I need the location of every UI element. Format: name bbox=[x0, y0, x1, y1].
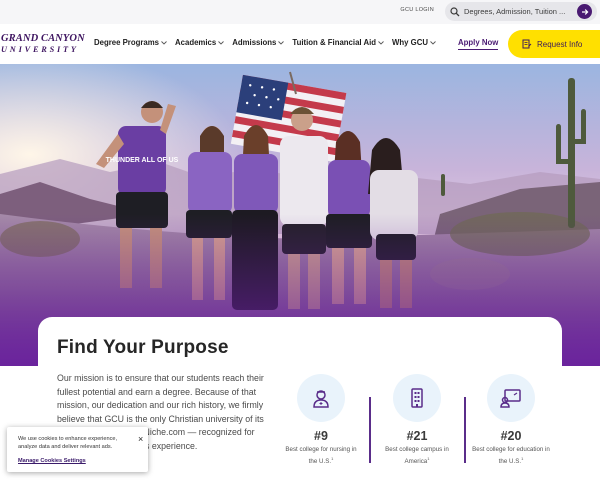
stat-number: #9 bbox=[314, 429, 328, 443]
nurse-icon bbox=[313, 390, 329, 408]
stat-number: #20 bbox=[500, 429, 522, 443]
site-search[interactable] bbox=[445, 2, 597, 21]
stat-icon-circle bbox=[487, 374, 535, 422]
building-icon bbox=[411, 388, 423, 408]
cookie-banner: We use cookies to enhance experience, an… bbox=[7, 427, 148, 472]
request-info-label: Request Info bbox=[537, 39, 583, 49]
menu-admissions[interactable]: Admissions bbox=[232, 38, 285, 47]
apply-now-link[interactable]: Apply Now bbox=[458, 38, 499, 50]
hero-shirt-text: THUNDER ALL OF US bbox=[106, 157, 179, 164]
logo-line-2: UNIVERSITY bbox=[1, 44, 79, 54]
menu-why-gcu[interactable]: Why GCU bbox=[392, 38, 436, 47]
menu-academics[interactable]: Academics bbox=[175, 38, 225, 47]
search-icon bbox=[450, 6, 460, 16]
menu-label: Why GCU bbox=[392, 38, 428, 47]
stat-education: #20 Best college for education in the U.… bbox=[472, 374, 550, 466]
main-navigation: GRAND CANYON UNIVERSITY Degree Programs … bbox=[0, 24, 600, 64]
close-icon[interactable]: × bbox=[138, 435, 143, 444]
stat-campus: #21 Best college campus in America1 bbox=[378, 374, 456, 466]
logo-line-1: GRAND CANYON bbox=[1, 33, 85, 44]
teacher-icon bbox=[500, 389, 521, 408]
form-icon bbox=[522, 39, 532, 49]
arrow-right-icon bbox=[581, 8, 588, 15]
footnote-mark: 1 bbox=[427, 455, 430, 461]
menu-label: Tuition & Financial Aid bbox=[292, 38, 377, 47]
stat-divider bbox=[464, 397, 466, 463]
menu-label: Degree Programs bbox=[94, 38, 160, 47]
cookie-message: We use cookies to enhance experience, an… bbox=[18, 436, 118, 450]
stat-description-text: Best college campus in America bbox=[385, 446, 449, 465]
stat-icon-circle bbox=[393, 374, 441, 422]
stat-description-text: Best college for education in the U.S. bbox=[472, 446, 550, 465]
footnote-mark: 1 bbox=[521, 455, 524, 461]
chevron-down-icon bbox=[218, 40, 225, 45]
stat-description: Best college campus in America1 bbox=[378, 446, 456, 466]
stat-description: Best college for education in the U.S.1 bbox=[472, 446, 550, 466]
menu-degree-programs[interactable]: Degree Programs bbox=[94, 38, 167, 47]
chevron-down-icon bbox=[378, 40, 384, 45]
gcu-logo[interactable]: GRAND CANYON UNIVERSITY bbox=[1, 33, 89, 54]
gcu-login-link[interactable]: GCU LOGIN bbox=[400, 7, 434, 13]
search-submit-button[interactable] bbox=[577, 4, 592, 19]
utility-bar: GCU LOGIN bbox=[0, 0, 600, 24]
chevron-down-icon bbox=[430, 40, 436, 45]
stat-description: Best college for nursing in the U.S.1 bbox=[282, 446, 360, 466]
chevron-down-icon bbox=[161, 40, 167, 45]
manage-cookies-link[interactable]: Manage Cookies Settings bbox=[18, 458, 86, 464]
chevron-down-icon bbox=[278, 40, 285, 45]
stat-nursing: #9 Best college for nursing in the U.S.1 bbox=[282, 374, 360, 466]
footnote-mark: 1 bbox=[331, 455, 334, 461]
stat-description-text: Best college for nursing in the U.S. bbox=[285, 446, 357, 465]
section-title: Find Your Purpose bbox=[57, 337, 229, 358]
stat-number: #21 bbox=[406, 429, 428, 443]
request-info-button[interactable]: Request Info bbox=[508, 30, 600, 58]
stat-icon-circle bbox=[297, 374, 345, 422]
menu-tuition-financial-aid[interactable]: Tuition & Financial Aid bbox=[292, 38, 384, 47]
menu-label: Admissions bbox=[232, 38, 277, 47]
primary-menu: Degree Programs Academics Admissions Tui… bbox=[94, 38, 444, 47]
menu-label: Academics bbox=[175, 38, 217, 47]
stat-divider bbox=[369, 397, 371, 463]
search-input[interactable] bbox=[464, 7, 577, 16]
